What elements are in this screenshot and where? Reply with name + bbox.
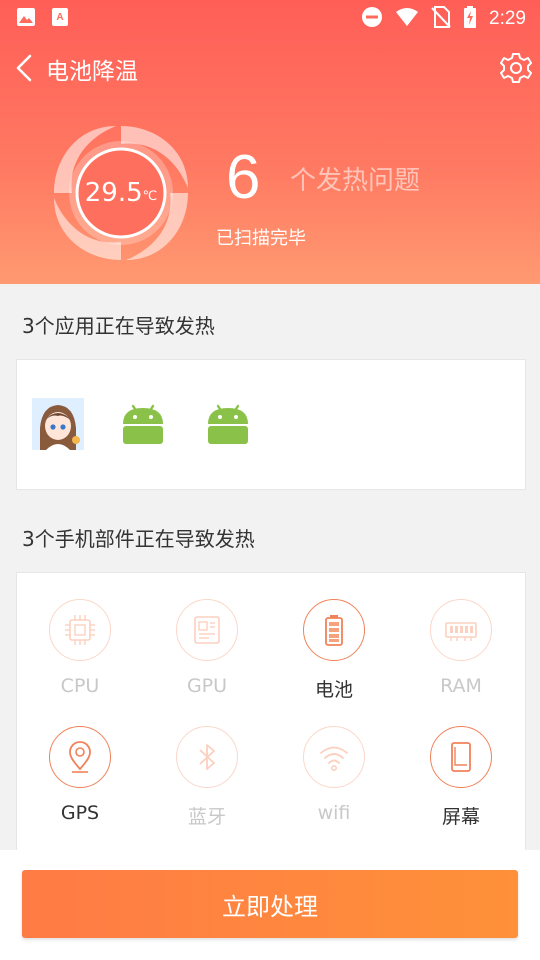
bluetooth-icon xyxy=(176,726,238,788)
component-label: wifi xyxy=(317,802,351,824)
temperature-gauge: 29.5 ℃ xyxy=(46,118,196,268)
ram-module-icon xyxy=(430,599,492,661)
component-label: 蓝牙 xyxy=(187,806,226,828)
components-card: CPU GPU 电池 RAM GPS 蓝牙 wifi 屏幕 xyxy=(16,572,526,864)
component-ram[interactable]: RAM xyxy=(398,599,524,697)
apps-section-title: 3个应用正在导致发热 xyxy=(22,314,215,338)
component-gpu[interactable]: GPU xyxy=(144,599,270,697)
wifi-signal-icon xyxy=(303,726,365,788)
battery-charging-icon xyxy=(463,6,477,32)
svg-text:A: A xyxy=(56,12,63,23)
temperature-unit: ℃ xyxy=(142,188,158,204)
page-title: 电池降温 xyxy=(46,59,138,85)
apps-card xyxy=(16,359,526,490)
status-time: 2:29 xyxy=(489,8,526,29)
component-screen[interactable]: 屏幕 xyxy=(398,726,524,829)
anime-avatar-app-icon[interactable] xyxy=(32,398,84,450)
issue-label: 个发热问题 xyxy=(290,166,421,196)
android-robot-icon[interactable] xyxy=(202,398,254,450)
component-bluetooth[interactable]: 蓝牙 xyxy=(144,726,270,829)
component-wifi[interactable]: wifi xyxy=(271,726,397,824)
no-sim-icon xyxy=(431,6,451,32)
pdf-app-icon: A xyxy=(50,7,70,31)
components-section-title: 3个手机部件正在导致发热 xyxy=(22,527,255,551)
battery-icon xyxy=(303,599,365,661)
component-label: CPU xyxy=(60,675,100,697)
cpu-chip-icon xyxy=(49,599,111,661)
status-bar: A 2:29 xyxy=(0,0,540,36)
scan-status: 已扫描完毕 xyxy=(216,228,306,249)
gear-icon[interactable] xyxy=(498,50,534,86)
temperature-readout: 29.5 ℃ xyxy=(46,118,196,268)
component-battery[interactable]: 电池 xyxy=(271,599,397,702)
temperature-value: 29.5 xyxy=(84,178,143,208)
title-bar: 电池降温 xyxy=(0,48,540,88)
component-label: GPU xyxy=(186,675,228,697)
image-icon xyxy=(16,7,36,31)
process-now-button[interactable]: 立即处理 xyxy=(22,870,518,938)
component-label: GPS xyxy=(60,802,100,824)
back-chevron-icon[interactable] xyxy=(12,52,40,84)
component-label: 电池 xyxy=(314,679,353,701)
issue-count: 6 xyxy=(226,143,261,212)
component-cpu[interactable]: CPU xyxy=(17,599,143,697)
location-pin-icon xyxy=(49,726,111,788)
android-robot-icon[interactable] xyxy=(117,398,169,450)
wifi-icon xyxy=(395,7,419,31)
gpu-board-icon xyxy=(176,599,238,661)
component-label: RAM xyxy=(440,675,482,697)
header-banner: A 2:29 电池降温 29.5 ℃ 6 个发热问题 已扫描完毕 xyxy=(0,0,540,284)
dnd-icon xyxy=(361,6,383,32)
phone-screen-icon xyxy=(430,726,492,788)
component-gps[interactable]: GPS xyxy=(17,726,143,824)
component-label: 屏幕 xyxy=(441,806,480,828)
